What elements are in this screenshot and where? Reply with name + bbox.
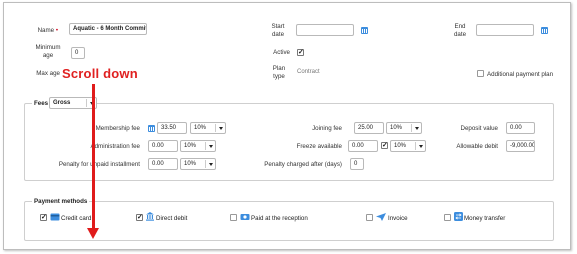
- fees-type-select[interactable]: Gross: [49, 97, 97, 109]
- membership-fee-label: Membership fee: [95, 125, 140, 132]
- cash-icon: [240, 214, 250, 220]
- name-label: Name •: [37, 27, 58, 34]
- direct-debit-checkbox[interactable]: ✓: [136, 214, 143, 221]
- administration-fee-input[interactable]: 0.00: [148, 140, 178, 152]
- freeze-vat-checkbox[interactable]: ✓: [381, 142, 388, 149]
- penalty-unpaid-vat-select[interactable]: 10%: [180, 158, 216, 170]
- money-transfer-label: Money transfer: [464, 215, 506, 222]
- start-date-input[interactable]: [296, 24, 354, 36]
- deposit-value-label: Deposit value: [460, 125, 499, 132]
- freeze-available-input[interactable]: 0.00: [348, 140, 378, 152]
- chevron-down-icon: [209, 163, 213, 166]
- membership-fee-input[interactable]: 33.50: [157, 122, 187, 134]
- deposit-value-input[interactable]: 0.00: [506, 122, 535, 134]
- paper-plane-icon: [376, 213, 386, 221]
- payment-methods-legend: Payment methods: [32, 198, 90, 205]
- chevron-down-icon: [209, 145, 213, 148]
- name-input[interactable]: Aquatic - 6 Month Commitm: [69, 23, 147, 35]
- max-age-label: Max age: [36, 70, 60, 77]
- plan-type-value: Contract: [297, 69, 320, 75]
- calendar-icon[interactable]: [148, 125, 155, 132]
- fees-section: [24, 103, 554, 181]
- allowable-debit-input[interactable]: -9,000.00: [506, 140, 535, 152]
- end-date-input[interactable]: [476, 24, 534, 36]
- paid-at-reception-label: Paid at the reception: [251, 215, 308, 222]
- required-marker: •: [55, 27, 58, 34]
- credit-card-label: Credit card: [61, 215, 92, 222]
- administration-vat-select[interactable]: 10%: [180, 140, 216, 152]
- active-checkbox[interactable]: ✓: [297, 49, 304, 56]
- penalty-unpaid-label: Penalty for unpaid installment: [58, 161, 140, 168]
- invoice-checkbox[interactable]: [366, 214, 373, 221]
- invoice-label: Invoice: [388, 215, 408, 222]
- active-label: Active: [273, 49, 290, 56]
- credit-card-icon: [50, 213, 60, 221]
- additional-payment-checkbox[interactable]: [477, 70, 484, 77]
- chevron-down-icon: [219, 127, 223, 130]
- min-age-label: Minimum age: [35, 44, 61, 59]
- money-transfer-checkbox[interactable]: [444, 214, 451, 221]
- transfer-icon: [454, 212, 463, 221]
- scroll-arrow-shaft: [92, 84, 95, 230]
- additional-payment-label: Additional payment plan: [487, 71, 554, 78]
- penalty-after-label: Penalty charged after (days): [264, 161, 342, 168]
- joining-vat-select[interactable]: 10%: [386, 122, 422, 134]
- penalty-after-input[interactable]: 0: [350, 158, 364, 170]
- start-date-label: Start date: [271, 23, 285, 38]
- fees-legend: Fees: [32, 100, 51, 107]
- chevron-down-icon: [419, 145, 423, 148]
- freeze-vat-select[interactable]: 10%: [390, 140, 426, 152]
- chevron-down-icon: [415, 127, 419, 130]
- membership-plan-form: Name • Aquatic - 6 Month Commitm Minimum…: [3, 2, 571, 250]
- bank-icon: [146, 212, 154, 221]
- allowable-debit-label: Allowable debit: [456, 143, 498, 150]
- joining-fee-label: Joining fee: [312, 125, 342, 132]
- credit-card-checkbox[interactable]: ✓: [40, 214, 47, 221]
- plan-type-label: Plan type: [272, 65, 286, 80]
- paid-at-reception-checkbox[interactable]: [230, 214, 237, 221]
- calendar-icon[interactable]: [541, 27, 548, 34]
- min-age-input[interactable]: 0: [71, 47, 85, 59]
- arrow-down-icon: [87, 228, 99, 239]
- calendar-icon[interactable]: [361, 27, 368, 34]
- end-date-label: End date: [453, 23, 467, 38]
- freeze-available-label: Freeze available: [296, 143, 342, 150]
- administration-fee-label: Administration fee: [90, 143, 140, 150]
- penalty-unpaid-input[interactable]: 0.00: [148, 158, 178, 170]
- direct-debit-label: Direct debit: [156, 215, 188, 222]
- scroll-down-annotation: Scroll down: [62, 66, 138, 81]
- membership-vat-select[interactable]: 10%: [190, 122, 226, 134]
- joining-fee-input[interactable]: 25.00: [354, 122, 384, 134]
